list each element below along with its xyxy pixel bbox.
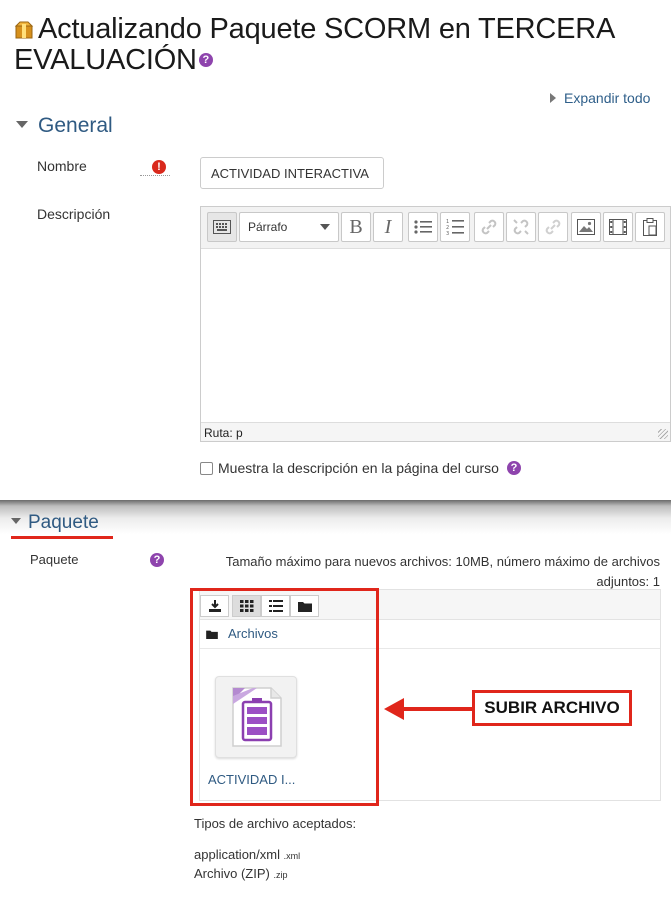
caret-down-icon: [16, 121, 28, 128]
annotation-arrow-shaft: [400, 707, 472, 711]
insert-media-button[interactable]: [603, 212, 633, 242]
description-editor: Párrafo B I 123 Ruta: p: [200, 206, 671, 442]
film-icon: [609, 219, 627, 235]
clipboard-icon: [643, 218, 657, 236]
caret-down-icon: [11, 518, 21, 524]
unlink-icon: [513, 219, 529, 235]
expand-all-label: Expandir todo: [564, 90, 651, 106]
accepted-type-ext: .xml: [283, 851, 301, 861]
link-icon: [481, 219, 497, 235]
paquete-label: Paquete: [30, 552, 79, 567]
ordered-list-button[interactable]: 123: [440, 212, 470, 242]
section-header-general[interactable]: General: [16, 114, 113, 138]
required-underline: [140, 175, 170, 176]
page-title-text: Actualizando Paquete SCORM en TERCERA EV…: [14, 13, 614, 76]
svg-text:3: 3: [446, 231, 449, 236]
section-title-paquete: Paquete: [28, 512, 99, 533]
help-icon[interactable]: ?: [198, 53, 213, 67]
keyboard-icon: [213, 220, 231, 234]
chevron-down-icon: [320, 224, 330, 230]
arrow-left-icon: [384, 698, 404, 720]
image-icon: [577, 219, 595, 235]
accepted-type-name: application/xml: [194, 847, 280, 862]
paragraph-format-select[interactable]: Párrafo: [239, 212, 339, 242]
bullet-list-icon: [414, 220, 432, 234]
resize-grip-icon[interactable]: [658, 429, 668, 439]
unordered-list-button[interactable]: [408, 212, 438, 242]
unlink-button[interactable]: [506, 212, 536, 242]
section-header-paquete[interactable]: Paquete: [11, 512, 99, 534]
show-description-row: Muestra la descripción en la página del …: [200, 460, 521, 476]
annotation-frame: [190, 588, 379, 806]
upload-annotation-label: SUBIR ARCHIVO: [472, 690, 632, 726]
accepted-type-ext: .zip: [273, 870, 288, 880]
accepted-type-name: Archivo (ZIP): [194, 866, 270, 881]
show-description-checkbox[interactable]: [200, 461, 213, 475]
section-separator: [0, 500, 671, 540]
scorm-package-icon: [14, 15, 34, 39]
link-button[interactable]: [474, 212, 504, 242]
paste-button[interactable]: [635, 212, 665, 242]
editor-content-area[interactable]: [201, 248, 670, 423]
descripcion-label: Descripción: [37, 206, 111, 222]
insert-image-button[interactable]: [571, 212, 601, 242]
help-icon[interactable]: ?: [506, 461, 521, 475]
page-title: Actualizando Paquete SCORM en TERCERA EV…: [14, 14, 664, 76]
toolbar-toggle-button[interactable]: [207, 212, 237, 242]
italic-icon: I: [384, 215, 392, 238]
accepted-types-title: Tipos de archivo aceptados:: [194, 816, 357, 831]
annotation-underline: [11, 536, 113, 539]
nombre-label: Nombre: [37, 158, 87, 174]
bold-icon: B: [349, 215, 363, 238]
italic-button[interactable]: I: [373, 212, 403, 242]
show-description-label: Muestra la descripción en la página del …: [218, 460, 499, 476]
anchor-button[interactable]: [538, 212, 568, 242]
accepted-type-item: Archivo (ZIP) .zip: [194, 866, 287, 881]
anchor-link-icon: [545, 219, 561, 235]
format-select-value: Párrafo: [248, 220, 288, 234]
numbered-list-icon: 123: [446, 219, 464, 236]
required-icon: !: [152, 160, 166, 174]
caret-right-icon: [550, 93, 556, 103]
nombre-input[interactable]: [200, 157, 384, 189]
accepted-type-item: application/xml .xml: [194, 847, 300, 862]
editor-toolbar: Párrafo B I 123: [201, 207, 670, 248]
section-title-general: General: [38, 114, 113, 137]
help-icon[interactable]: ?: [150, 553, 164, 567]
bold-button[interactable]: B: [341, 212, 371, 242]
expand-all-link[interactable]: Expandir todo: [550, 90, 650, 106]
editor-path: Ruta: p: [204, 426, 243, 440]
max-size-info: Tamaño máximo para nuevos archivos: 10MB…: [225, 554, 660, 589]
